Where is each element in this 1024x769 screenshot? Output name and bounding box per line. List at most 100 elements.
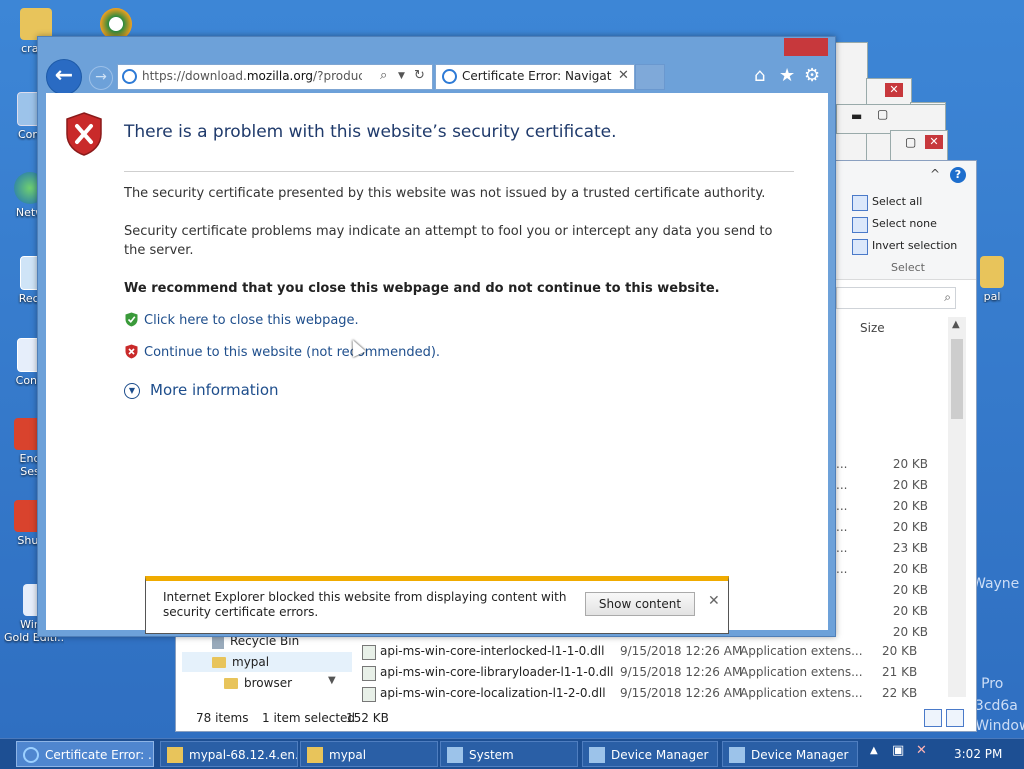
description-text: The security certificate presented by th… (124, 186, 766, 201)
size-cell: 20 KB (892, 478, 928, 492)
size-cell: 23 KB (892, 541, 928, 555)
taskbar-button-device-manager-2[interactable]: Device Manager (722, 741, 858, 767)
file-type: Application extens... (740, 665, 863, 679)
close-icon[interactable]: ✕ (925, 135, 943, 149)
dll-file-icon (362, 666, 376, 681)
nav-item-label: mypal (232, 655, 270, 669)
close-icon[interactable]: ✕ (885, 83, 903, 97)
truncated-cell: ... (836, 541, 848, 555)
volume-muted-icon[interactable]: ✕ (916, 743, 927, 758)
forward-arrow-icon: → (95, 69, 107, 85)
taskbar-button-mypal-installer[interactable]: mypal-68.12.4.en... (160, 741, 298, 767)
taskbar-button-mypal[interactable]: mypal (300, 741, 438, 767)
large-icons-view-icon[interactable] (946, 709, 964, 727)
close-tab-icon[interactable]: ✕ (618, 68, 629, 83)
status-bar: 78 items 1 item selected 152 KB (176, 707, 976, 731)
window-close-button[interactable] (784, 38, 828, 56)
maximize-icon[interactable]: ▢ (877, 107, 888, 121)
folder-icon (167, 747, 183, 763)
forward-button[interactable]: → (89, 66, 113, 90)
size-cell: 20 KB (892, 583, 928, 597)
select-all-button[interactable]: Select all (848, 191, 968, 213)
status-selected: 1 item selected (262, 711, 356, 725)
back-button[interactable]: ← (46, 59, 82, 95)
taskbar-button-ie[interactable]: Certificate Error: ... (16, 741, 154, 767)
taskbar-button-label: mypal-68.12.4.en... (189, 748, 298, 762)
column-header-size[interactable]: Size (860, 321, 885, 335)
scroll-up-icon[interactable]: ▲ (952, 319, 960, 330)
clock[interactable]: 3:02 PM (954, 747, 1002, 761)
file-type: Application extens... (740, 686, 863, 700)
continue-to-website-link[interactable]: Continue to this website (not recommende… (144, 345, 440, 360)
collapse-ribbon-icon[interactable]: ^ (930, 167, 940, 181)
nav-item-label: browser (244, 676, 293, 690)
danger-shield-icon (125, 344, 138, 359)
help-icon[interactable]: ? (950, 167, 966, 183)
maximize-icon[interactable]: ▢ (905, 135, 916, 149)
file-name: api-ms-win-core-interlocked-l1-1-0.dll (362, 641, 620, 662)
scrollbar-thumb[interactable] (951, 339, 963, 419)
notification-bar: Internet Explorer blocked this website f… (145, 576, 729, 634)
address-bar[interactable]: https://download.mozilla.org/?product=fi… (117, 64, 433, 90)
file-size: 22 KB (882, 686, 918, 700)
divider (124, 171, 794, 172)
invert-selection-icon (852, 239, 868, 255)
size-cell: 20 KB (892, 457, 928, 471)
close-webpage-link[interactable]: Click here to close this webpage. (144, 313, 359, 328)
size-cell: 20 KB (892, 520, 928, 534)
details-view-icon[interactable] (924, 709, 942, 727)
truncated-cell: ... (836, 478, 848, 492)
background-window-titlebar[interactable]: ▢ ✕ (890, 130, 948, 164)
address-url: https://download.mozilla.org/?product=fi… (142, 69, 362, 83)
refresh-icon[interactable]: ↻ (414, 68, 425, 83)
invert-selection-button[interactable]: Invert selection (848, 235, 968, 257)
tab-certificate-error[interactable]: Certificate Error: Navigation... ✕ (435, 64, 635, 90)
size-cell: 20 KB (892, 499, 928, 513)
taskbar-button-device-manager[interactable]: Device Manager (582, 741, 718, 767)
settings-gear-icon[interactable]: ⚙ (804, 65, 820, 86)
search-input[interactable]: ⌕ (836, 287, 956, 309)
tab-title: Certificate Error: Navigation... (462, 69, 612, 83)
show-content-button[interactable]: Show content (585, 592, 695, 616)
device-manager-icon (589, 747, 605, 763)
scroll-down-icon[interactable]: ▼ (328, 675, 336, 686)
size-cell: 20 KB (892, 604, 928, 618)
show-hidden-icons-icon[interactable]: ▲ (870, 745, 878, 756)
page-title: There is a problem with this website’s s… (124, 122, 617, 142)
taskbar-button-system[interactable]: System (440, 741, 578, 767)
select-none-icon (852, 217, 868, 233)
search-icon[interactable]: ⌕ (380, 68, 387, 83)
device-manager-icon (729, 747, 745, 763)
home-icon[interactable]: ⌂ (754, 65, 765, 86)
safe-shield-icon (125, 312, 138, 327)
favorites-star-icon[interactable]: ★ (779, 65, 795, 86)
dropdown-arrow-icon[interactable]: ▼ (398, 71, 405, 81)
file-name-text: api-ms-win-core-libraryloader-l1-1-0.dll (380, 665, 614, 679)
file-type: Application extens... (740, 644, 863, 658)
folder-icon (224, 678, 238, 689)
folder-icon (212, 657, 226, 668)
network-icon[interactable]: ▣ (892, 743, 904, 758)
truncated-cell: ... (836, 457, 848, 471)
watermark-line: Wayne (972, 576, 1020, 592)
nav-item-browser[interactable]: browser (224, 673, 292, 693)
new-tab-button[interactable] (635, 64, 665, 90)
nav-item-mypal[interactable]: mypal (182, 652, 352, 672)
more-information-toggle[interactable]: ▼ More information (124, 381, 279, 399)
warning-text: Security certificate problems may indica… (124, 224, 773, 258)
select-none-button[interactable]: Select none (848, 213, 968, 235)
vertical-scrollbar[interactable]: ▲ (948, 317, 966, 697)
close-notification-icon[interactable]: ✕ (708, 593, 720, 609)
dll-file-icon (362, 687, 376, 702)
invert-selection-label: Invert selection (872, 239, 958, 252)
browser-toolbar: ← → https://download.mozilla.org/?produc… (38, 55, 835, 95)
search-icon: ⌕ (944, 290, 951, 304)
select-all-label: Select all (872, 195, 923, 208)
notification-message: Internet Explorer blocked this website f… (163, 590, 567, 619)
recommendation-text: We recommend that you close this webpage… (124, 281, 720, 296)
minimize-icon[interactable]: ▬ (851, 109, 862, 123)
size-cell: 20 KB (892, 625, 928, 639)
background-window[interactable] (834, 42, 868, 164)
file-name-text: api-ms-win-core-interlocked-l1-1-0.dll (380, 644, 605, 658)
truncated-cell: ... (836, 499, 848, 513)
